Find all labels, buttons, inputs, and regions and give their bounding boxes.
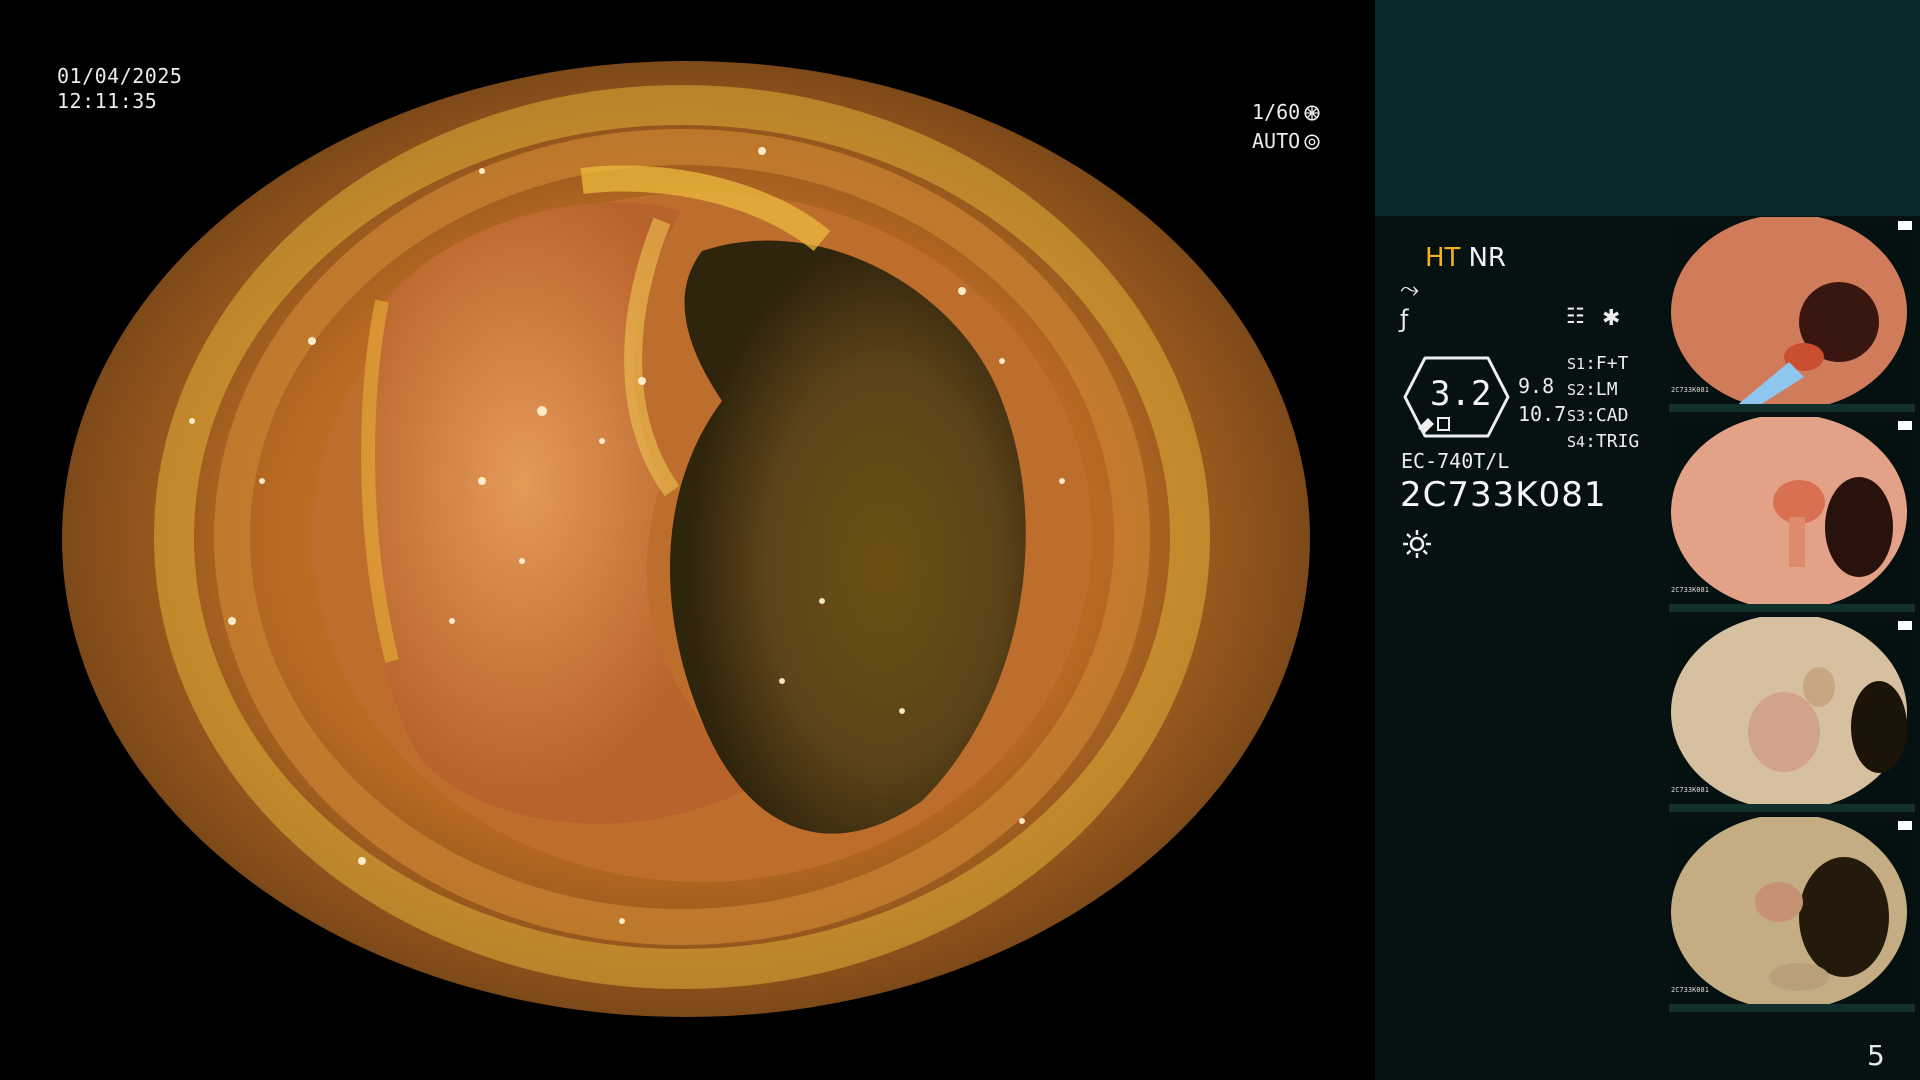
thumbnail-image (1671, 817, 1907, 1010)
right-top-panel (1375, 0, 1920, 216)
shutter-icon (1304, 104, 1320, 121)
iris-icon (1304, 133, 1320, 150)
datetime-overlay: 01/04/2025 12:11:35 (57, 64, 182, 114)
thumbnail-image (1671, 417, 1907, 610)
thumbnail-label: 2C733K081 (1671, 786, 1709, 794)
mode-indicators: HT NR (1425, 243, 1506, 273)
function-icon: ƒ (1400, 305, 1409, 333)
thumbnail-strip (1669, 804, 1915, 812)
menu-list-icon: ☷ (1566, 304, 1585, 328)
page-number: 5 (1867, 1039, 1885, 1072)
nr-indicator: NR (1468, 243, 1506, 273)
asterisk-icon: ✱ (1602, 306, 1621, 331)
ht-indicator: HT (1425, 243, 1461, 273)
side-value-2: 10.7 (1518, 402, 1567, 426)
thumbnail-strip (1669, 1004, 1915, 1012)
side-values: 9.8 10.7 (1518, 372, 1566, 428)
brightness-icon (1401, 528, 1433, 564)
switch-s2: S2:LM (1567, 379, 1618, 400)
thumbnail-marker (1898, 221, 1912, 230)
shutter-row: 1/60 (1252, 98, 1321, 127)
shutter-iris-overlay: 1/60 AUTO (1252, 98, 1321, 156)
iris-row: AUTO (1252, 127, 1321, 156)
signal-icon: ⤳ (1400, 275, 1420, 303)
thumbnail-marker (1898, 821, 1912, 830)
gauge-value: 3.2 (1430, 374, 1492, 414)
colon-lumen-image (62, 61, 1310, 1017)
switch-s4: S4:TRIG (1567, 431, 1640, 452)
thumbnail-image (1671, 617, 1907, 810)
thumbnail-image (1671, 217, 1907, 412)
thumbnail-label: 2C733K081 (1671, 986, 1709, 994)
scope-serial: 2C733K081 (1400, 475, 1607, 515)
date-text: 01/04/2025 (57, 64, 183, 88)
side-value-1: 9.8 (1518, 374, 1555, 398)
switch-s1: S1:F+T (1567, 353, 1629, 374)
thumbnail-label: 2C733K081 (1671, 386, 1709, 394)
thumbnail-1[interactable]: 2C733K081 (1669, 217, 1915, 412)
thumbnail-marker (1898, 421, 1912, 430)
thumbnail-strip (1669, 604, 1915, 612)
thumbnail-label: 2C733K081 (1671, 586, 1709, 594)
thumbnail-marker (1898, 621, 1912, 630)
shutter-text: 1/60 (1252, 100, 1301, 124)
time-text: 12:11:35 (57, 89, 158, 113)
switch-s3: S3:CAD (1567, 405, 1629, 426)
thumbnail-strip (1669, 404, 1915, 412)
thumbnail-2[interactable]: 2C733K081 (1669, 417, 1915, 612)
switch-settings: S1:F+T S2:LM S3:CAD S4:TRIG (1567, 351, 1639, 455)
endoscope-view (62, 61, 1310, 1017)
thumbnail-4[interactable]: 2C733K081 (1669, 817, 1915, 1012)
scope-model: EC-740T/L (1401, 449, 1510, 473)
iris-text: AUTO (1252, 129, 1301, 153)
thumbnail-3[interactable]: 2C733K081 (1669, 617, 1915, 812)
